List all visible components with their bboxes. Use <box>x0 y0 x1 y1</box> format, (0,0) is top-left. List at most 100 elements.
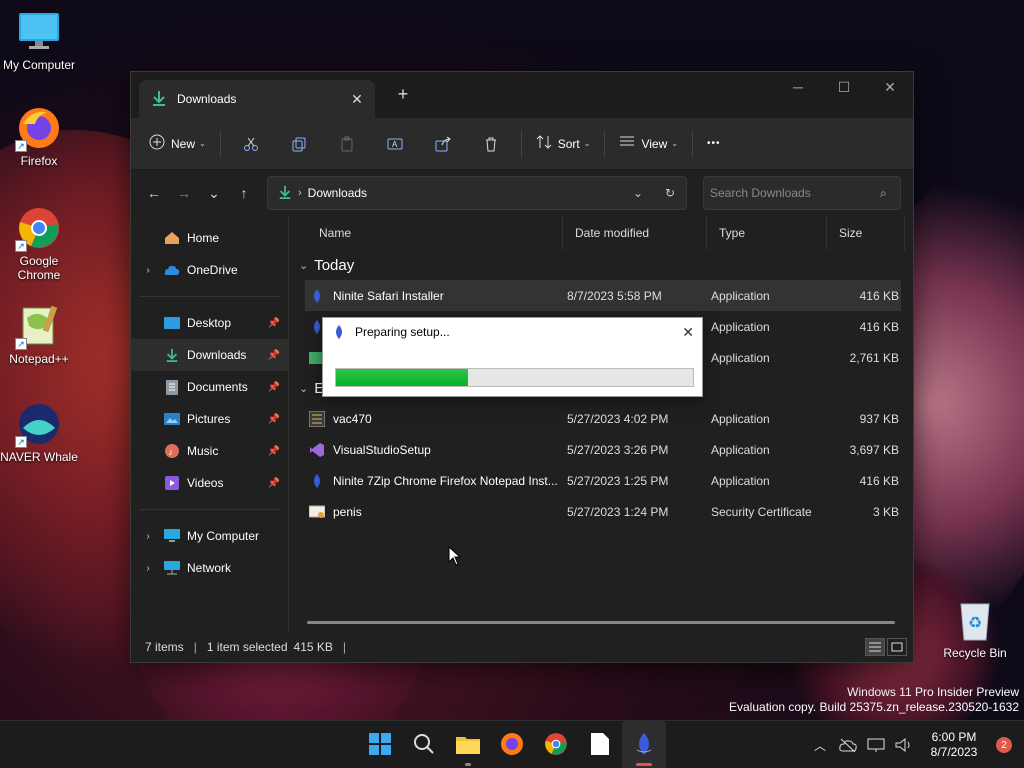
blank-document-icon <box>591 732 609 758</box>
file-row[interactable]: vac470 5/27/2023 4:02 PM Application 937… <box>305 403 901 434</box>
pin-icon[interactable]: 📌 <box>268 478 280 489</box>
chevron-down-icon: ⌄ <box>299 259 309 272</box>
nav-item-videos[interactable]: Videos 📌 <box>131 467 288 499</box>
cloud-icon <box>163 262 181 278</box>
up-arrow-icon[interactable]: ↑ <box>229 178 259 208</box>
chevron-right-icon[interactable]: › <box>139 531 157 542</box>
item-count: 7 items <box>145 640 184 654</box>
nav-item-desktop[interactable]: Desktop 📌 <box>131 307 288 339</box>
address-dropdown-icon[interactable]: ⌄ <box>622 186 654 200</box>
rename-icon[interactable]: A <box>371 127 419 161</box>
chevron-right-icon[interactable]: › <box>139 563 157 574</box>
taskbar: ︿ 6:00 PM 8/7/2023 2 <box>0 720 1024 768</box>
search-icon <box>413 733 435 758</box>
search-icon: ⌕ <box>880 185 887 200</box>
more-options-button[interactable]: ••• <box>699 127 729 161</box>
network-icon <box>163 560 181 576</box>
nav-item-home[interactable]: Home <box>131 222 288 254</box>
nav-item-my-computer[interactable]: › My Computer <box>131 520 288 552</box>
maximize-icon[interactable]: ☐ <box>821 72 867 102</box>
nav-item-documents[interactable]: Documents 📌 <box>131 371 288 403</box>
new-tab-button[interactable]: + <box>393 84 413 105</box>
chevron-right-icon[interactable]: › <box>139 265 157 276</box>
column-size[interactable]: Size <box>827 216 905 250</box>
refresh-icon[interactable]: ↻ <box>654 186 686 200</box>
desktop-folder-icon <box>163 315 181 331</box>
new-button[interactable]: New ⌄ <box>141 127 214 161</box>
desktop-icon-firefox[interactable]: ↗ Firefox <box>0 106 78 168</box>
share-icon[interactable] <box>419 127 467 161</box>
column-type[interactable]: Type <box>707 216 827 250</box>
forward-arrow-icon[interactable]: → <box>169 178 199 208</box>
vac-icon <box>308 410 326 427</box>
nav-item-network[interactable]: › Network <box>131 552 288 584</box>
taskbar-firefox[interactable] <box>490 721 534 768</box>
selection-size: 415 KB <box>293 640 333 654</box>
recent-locations-chevron-icon[interactable]: ⌄ <box>199 178 229 208</box>
notification-badge[interactable]: 2 <box>996 737 1012 753</box>
clock[interactable]: 6:00 PM 8/7/2023 <box>918 730 990 760</box>
close-window-icon[interactable]: ✕ <box>867 72 913 102</box>
address-bar[interactable]: › Downloads ⌄ ↻ <box>267 176 687 210</box>
column-name[interactable]: Name <box>307 216 563 250</box>
pin-icon[interactable]: 📌 <box>268 350 280 361</box>
network-status-icon[interactable] <box>862 721 890 768</box>
taskbar-ninite[interactable] <box>622 721 666 768</box>
horizontal-scrollbar[interactable] <box>307 621 895 624</box>
nav-item-music[interactable]: ♪ Music 📌 <box>131 435 288 467</box>
search-button[interactable] <box>402 721 446 768</box>
view-button[interactable]: View ⌄ <box>611 127 686 161</box>
ninite-icon <box>633 732 655 759</box>
cloud-offline-icon[interactable] <box>834 721 862 768</box>
file-row[interactable]: Ninite 7Zip Chrome Firefox Notepad Inst.… <box>305 465 901 496</box>
tab-downloads[interactable]: Downloads ✕ <box>139 80 375 118</box>
column-header-row: Name Date modified Type Size <box>307 216 913 250</box>
desktop-icon-recycle-bin[interactable]: ♻ Recycle Bin <box>936 598 1014 660</box>
nav-item-onedrive[interactable]: › OneDrive <box>131 254 288 286</box>
delete-icon[interactable] <box>467 127 515 161</box>
file-row[interactable]: Ninite Safari Installer 8/7/2023 5:58 PM… <box>305 280 901 311</box>
details-view-icon[interactable] <box>865 638 885 656</box>
volume-icon[interactable] <box>890 721 918 768</box>
file-row[interactable]: VisualStudioSetup 5/27/2023 3:26 PM Appl… <box>305 434 901 465</box>
chevron-up-icon[interactable]: ︿ <box>806 721 834 768</box>
pin-icon[interactable]: 📌 <box>268 414 280 425</box>
search-box[interactable]: ⌕ <box>703 176 901 210</box>
desktop-icon-whale[interactable]: ↗ NAVER Whale <box>0 402 78 464</box>
preparing-setup-dialog[interactable]: Preparing setup... ✕ <box>322 317 703 397</box>
title-bar[interactable]: Downloads ✕ + ─ ☐ ✕ <box>131 72 913 118</box>
cut-icon[interactable] <box>227 127 275 161</box>
file-list[interactable]: Name Date modified Type Size ⌄ Today Nini… <box>289 216 913 634</box>
breadcrumb[interactable]: Downloads <box>308 186 367 200</box>
nav-item-pictures[interactable]: Pictures 📌 <box>131 403 288 435</box>
column-date-modified[interactable]: Date modified <box>563 216 707 250</box>
close-tab-icon[interactable]: ✕ <box>345 91 369 108</box>
download-icon <box>151 90 167 109</box>
group-header-today[interactable]: ⌄ Today <box>289 250 913 280</box>
chrome-icon: ↗ <box>15 206 61 252</box>
taskbar-notepad[interactable] <box>578 721 622 768</box>
minimize-icon[interactable]: ─ <box>775 72 821 102</box>
sort-button[interactable]: Sort ⌄ <box>528 127 599 161</box>
address-row: ← → ⌄ ↑ › Downloads ⌄ ↻ ⌕ <box>131 170 913 216</box>
taskbar-file-explorer[interactable] <box>446 721 490 768</box>
paste-icon[interactable] <box>323 127 371 161</box>
tiles-view-icon[interactable] <box>887 638 907 656</box>
desktop-icon-my-computer[interactable]: My Computer <box>0 10 78 72</box>
pictures-icon <box>163 411 181 427</box>
desktop-icon-notepadpp[interactable]: ↗ Notepad++ <box>0 304 78 366</box>
close-icon[interactable]: ✕ <box>682 324 694 341</box>
back-arrow-icon[interactable]: ← <box>139 178 169 208</box>
desktop-icon-chrome[interactable]: ↗ Google Chrome <box>0 206 78 282</box>
nav-item-downloads[interactable]: Downloads 📌 <box>131 339 288 371</box>
file-row[interactable]: penis 5/27/2023 1:24 PM Security Certifi… <box>305 496 901 527</box>
pin-icon[interactable]: 📌 <box>268 446 280 457</box>
pin-icon[interactable]: 📌 <box>268 382 280 393</box>
search-input[interactable] <box>710 186 870 200</box>
taskbar-chrome[interactable] <box>534 721 578 768</box>
start-button[interactable] <box>358 721 402 768</box>
selection-count: 1 item selected <box>206 640 288 654</box>
certificate-icon <box>308 504 326 520</box>
copy-icon[interactable] <box>275 127 323 161</box>
pin-icon[interactable]: 📌 <box>268 318 280 329</box>
